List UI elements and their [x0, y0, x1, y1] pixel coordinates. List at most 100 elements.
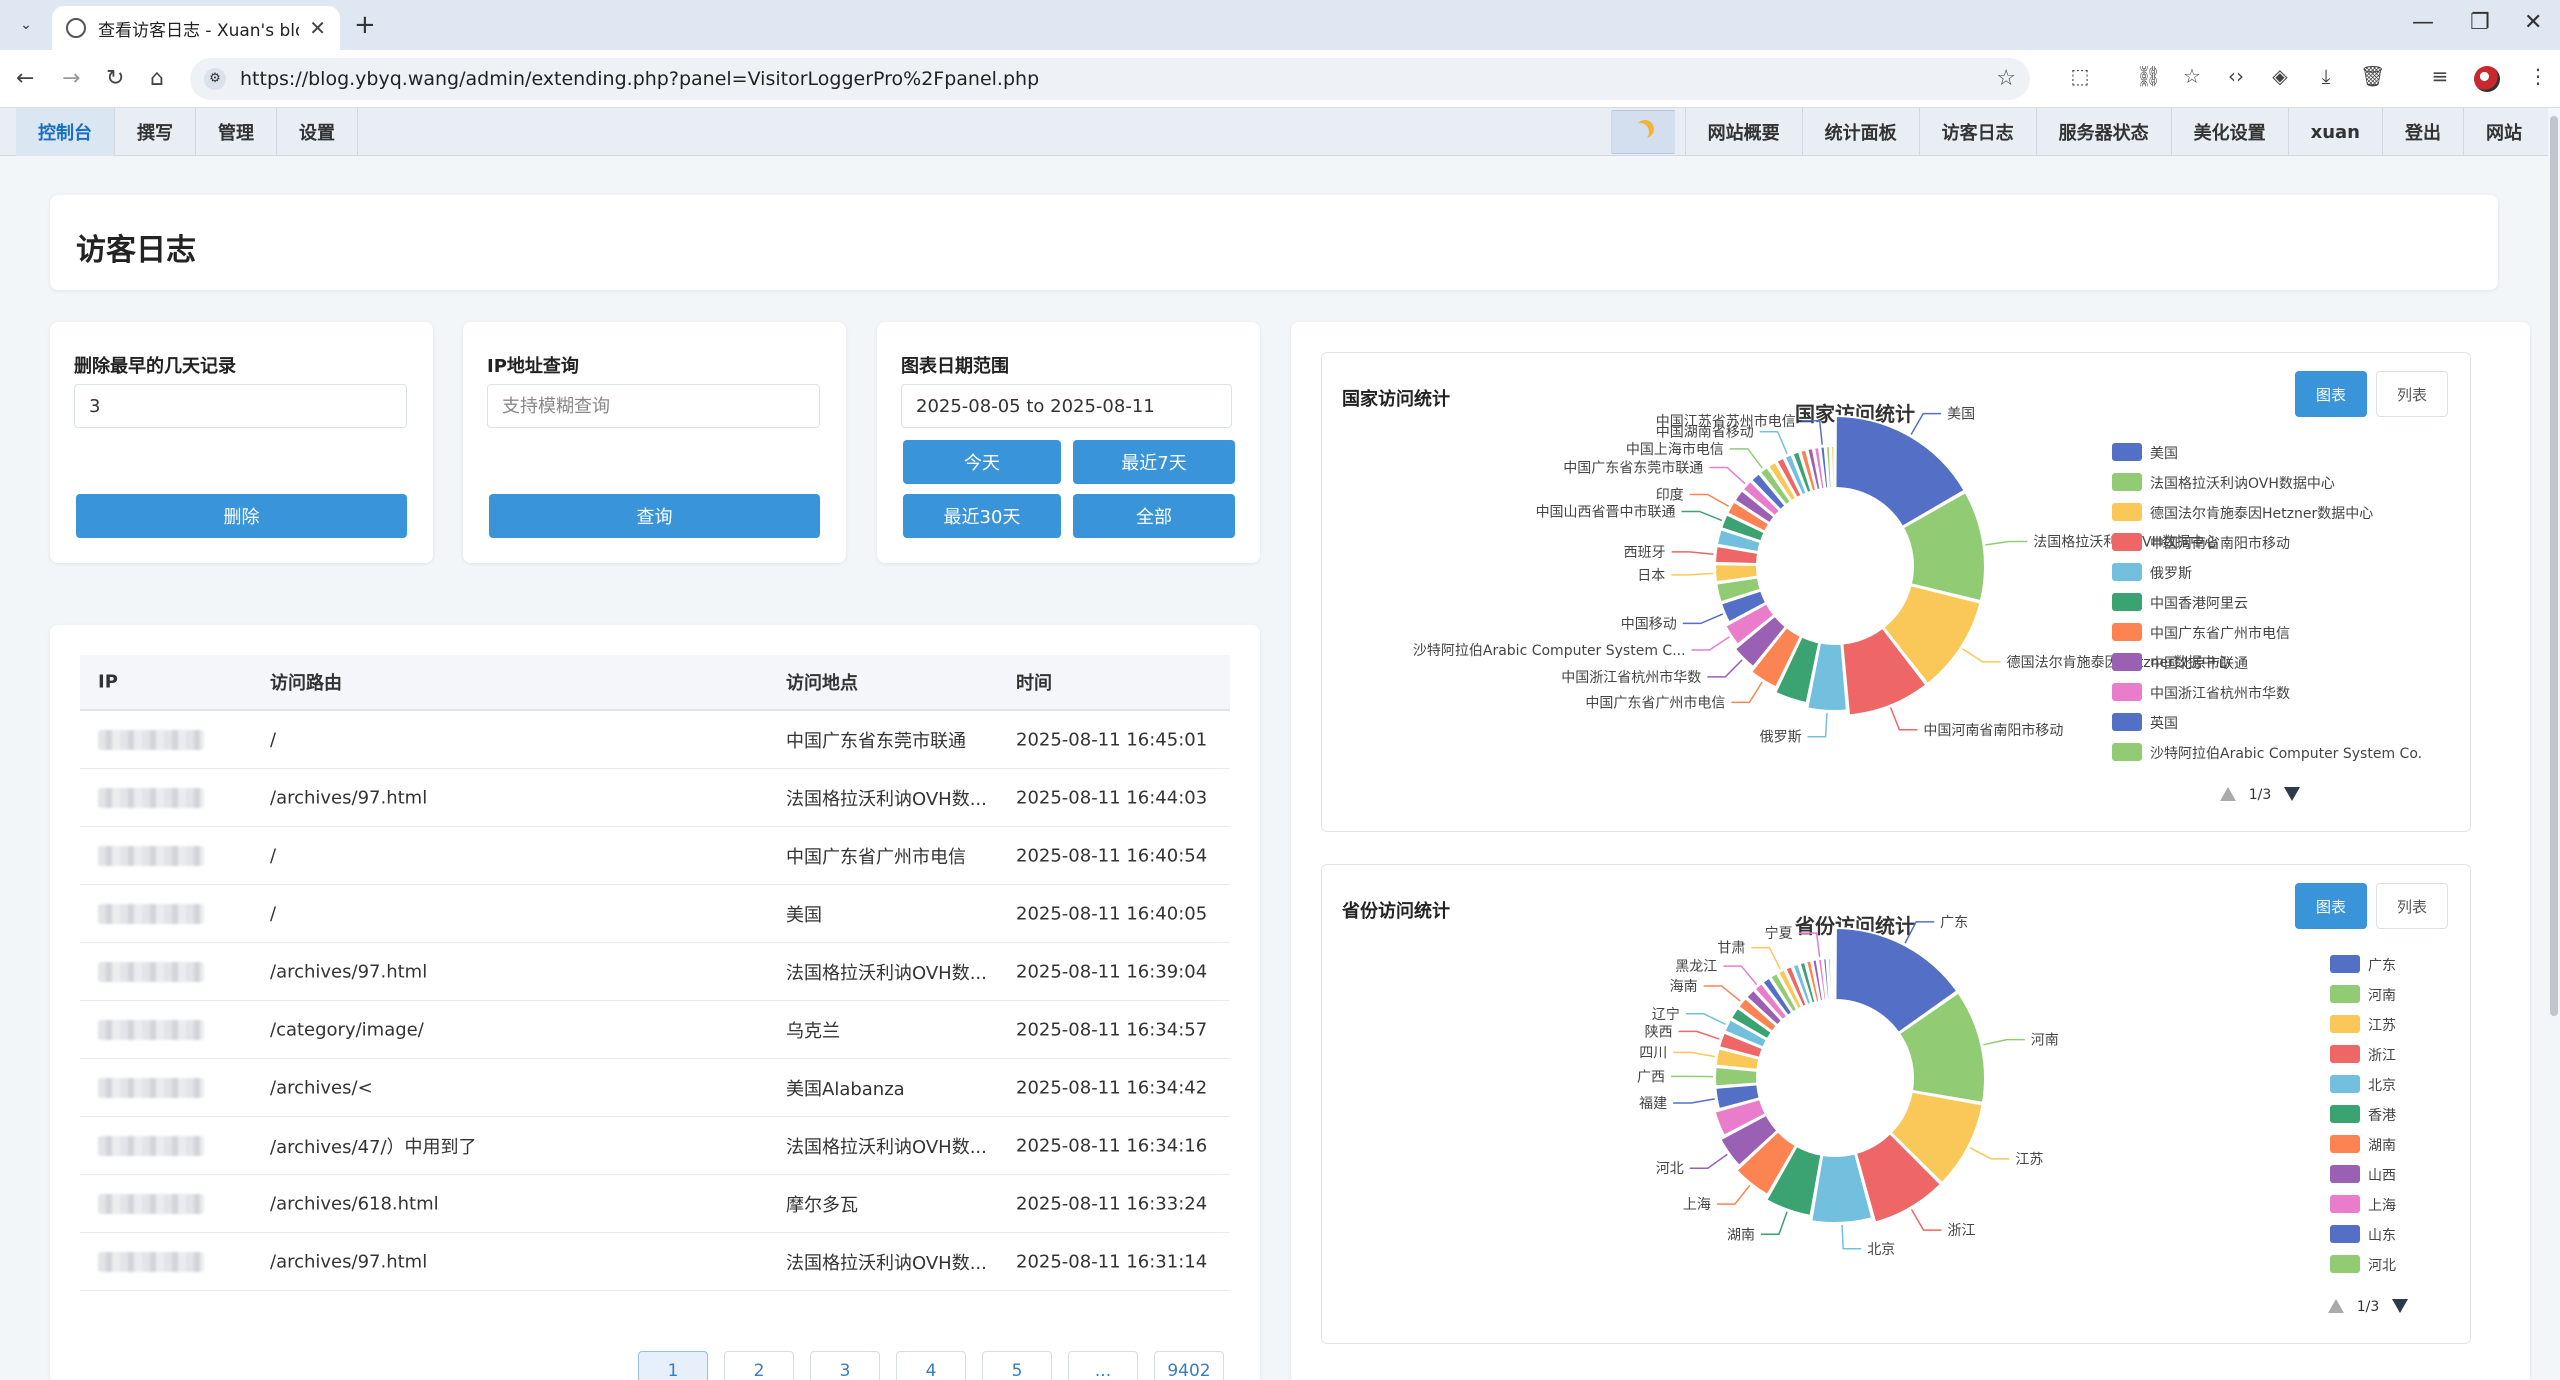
- reading-list-icon[interactable]: ≡: [2428, 64, 2452, 92]
- all-button[interactable]: 全部: [1073, 494, 1235, 538]
- reload-icon[interactable]: ↻: [106, 66, 124, 91]
- home-icon[interactable]: ⌂: [150, 66, 164, 91]
- close-window-icon[interactable]: ✕: [2524, 10, 2542, 35]
- pie-slice[interactable]: [1830, 445, 1836, 490]
- legend-swatch[interactable]: [2330, 1225, 2360, 1243]
- extensions-icon[interactable]: ⬚: [2068, 64, 2092, 92]
- legend-swatch[interactable]: [2112, 533, 2142, 551]
- legend-next-icon[interactable]: [2284, 787, 2300, 801]
- site-info-icon[interactable]: ⚙: [204, 68, 226, 90]
- legend-swatch[interactable]: [2112, 713, 2142, 731]
- legend-swatch[interactable]: [2112, 653, 2142, 671]
- legend-item[interactable]: 北京: [2368, 1078, 2396, 1094]
- address-bar[interactable]: ⚙ https://blog.ybyq.wang/admin/extending…: [190, 58, 2030, 100]
- legend-next-icon[interactable]: [2392, 1299, 2408, 1313]
- legend-item[interactable]: 法国格拉沃利讷OVH数据中心: [2150, 476, 2335, 492]
- legend-item[interactable]: 中国香港阿里云: [2150, 596, 2248, 612]
- page-button[interactable]: 5: [982, 1351, 1052, 1380]
- legend-swatch[interactable]: [2330, 1135, 2360, 1153]
- legend-item[interactable]: 俄罗斯: [2150, 566, 2192, 582]
- legend-swatch[interactable]: [2112, 743, 2142, 761]
- page-button[interactable]: 2: [724, 1351, 794, 1380]
- scrollbar-thumb[interactable]: [2550, 116, 2558, 1016]
- legend-swatch[interactable]: [2330, 1195, 2360, 1213]
- legend-swatch[interactable]: [2330, 955, 2360, 973]
- browser-tab[interactable]: 查看访客日志 - Xuan's blog - ✕: [52, 6, 340, 50]
- legend-prev-icon[interactable]: [2328, 1299, 2344, 1313]
- legend-prev-icon[interactable]: [2220, 787, 2236, 801]
- legend-swatch[interactable]: [2112, 443, 2142, 461]
- page-button[interactable]: 4: [896, 1351, 966, 1380]
- download-icon[interactable]: ⤓: [2314, 64, 2338, 92]
- nav-server-status[interactable]: 服务器状态: [2035, 108, 2171, 156]
- nav-settings[interactable]: 设置: [277, 108, 358, 156]
- nav-write[interactable]: 撰写: [115, 108, 196, 156]
- legend-item[interactable]: 河南: [2368, 988, 2396, 1004]
- bookmark-star-icon[interactable]: ☆: [1996, 66, 2016, 91]
- page-scrollbar[interactable]: [2548, 108, 2560, 1380]
- url-text[interactable]: https://blog.ybyq.wang/admin/extending.p…: [240, 68, 1039, 90]
- link-icon[interactable]: ⛓: [2136, 64, 2161, 92]
- delete-days-input[interactable]: [74, 384, 407, 428]
- forward-icon[interactable]: →: [62, 66, 80, 91]
- nav-website[interactable]: 网站: [2463, 108, 2544, 156]
- nav-logout[interactable]: 登出: [2382, 108, 2463, 156]
- legend-swatch[interactable]: [2112, 683, 2142, 701]
- legend-item[interactable]: 浙江: [2368, 1048, 2396, 1064]
- legend-swatch[interactable]: [2112, 563, 2142, 581]
- nav-theme-settings[interactable]: 美化设置: [2170, 108, 2288, 156]
- legend-swatch[interactable]: [2112, 503, 2142, 521]
- incognito-icon[interactable]: ◈: [2268, 64, 2292, 92]
- restore-icon[interactable]: ❐: [2470, 10, 2490, 35]
- legend-item[interactable]: 山西: [2368, 1168, 2396, 1184]
- legend-swatch[interactable]: [2112, 623, 2142, 641]
- legend-item[interactable]: 英国: [2150, 715, 2178, 732]
- legend-swatch[interactable]: [2330, 1075, 2360, 1093]
- minimize-icon[interactable]: —: [2412, 10, 2434, 35]
- close-tab-icon[interactable]: ✕: [309, 16, 326, 40]
- nav-manage[interactable]: 管理: [196, 108, 277, 156]
- legend-item[interactable]: 中国北京市联通: [2150, 655, 2248, 672]
- devtools-icon[interactable]: ‹›: [2224, 64, 2248, 92]
- ip-search-input[interactable]: [487, 384, 820, 428]
- page-button[interactable]: 9402: [1154, 1351, 1224, 1380]
- delete-button[interactable]: 删除: [76, 494, 407, 538]
- legend-item[interactable]: 香港: [2368, 1108, 2396, 1124]
- nav-visitor-log[interactable]: 访客日志: [1918, 108, 2036, 156]
- favorites-icon[interactable]: ☆: [2180, 64, 2204, 92]
- page-button[interactable]: 3: [810, 1351, 880, 1380]
- legend-item[interactable]: 中国河南省南阳市移动: [2150, 535, 2290, 552]
- dark-mode-toggle[interactable]: [1610, 110, 1675, 154]
- legend-item[interactable]: 山东: [2368, 1228, 2396, 1244]
- trash-icon[interactable]: 🗑: [2360, 64, 2385, 92]
- legend-swatch[interactable]: [2330, 1015, 2360, 1033]
- today-button[interactable]: 今天: [903, 440, 1061, 484]
- legend-swatch[interactable]: [2112, 593, 2142, 611]
- legend-swatch[interactable]: [2330, 1045, 2360, 1063]
- nav-overview[interactable]: 网站概要: [1684, 108, 1802, 156]
- legend-item[interactable]: 广东: [2368, 958, 2396, 974]
- legend-item[interactable]: 美国: [2150, 446, 2178, 462]
- query-button[interactable]: 查询: [489, 494, 820, 538]
- nav-stats-panel[interactable]: 统计面板: [1801, 108, 1919, 156]
- page-button[interactable]: 1: [638, 1351, 708, 1380]
- legend-swatch[interactable]: [2330, 1255, 2360, 1273]
- legend-item[interactable]: 河北: [2368, 1258, 2396, 1274]
- nav-user[interactable]: xuan: [2287, 108, 2382, 156]
- legend-item[interactable]: 德国法尔肯施泰因Hetzner数据中心: [2150, 506, 2373, 522]
- legend-swatch[interactable]: [2330, 985, 2360, 1003]
- legend-item[interactable]: 上海: [2368, 1198, 2396, 1214]
- tab-search-icon[interactable]: ⌄: [14, 13, 38, 37]
- legend-item[interactable]: 沙特阿拉伯Arabic Computer System Co.: [2150, 746, 2422, 762]
- legend-item[interactable]: 湖南: [2368, 1138, 2396, 1154]
- page-button[interactable]: ...: [1068, 1351, 1138, 1380]
- last-7-days-button[interactable]: 最近7天: [1073, 440, 1235, 484]
- back-icon[interactable]: ←: [16, 66, 34, 91]
- legend-item[interactable]: 中国浙江省杭州市华数: [2150, 685, 2290, 702]
- nav-dashboard[interactable]: 控制台: [16, 108, 115, 156]
- legend-swatch[interactable]: [2330, 1105, 2360, 1123]
- legend-item[interactable]: 江苏: [2368, 1018, 2396, 1034]
- new-tab-icon[interactable]: +: [354, 10, 376, 40]
- profile-avatar[interactable]: [2474, 66, 2500, 92]
- legend-swatch[interactable]: [2330, 1165, 2360, 1183]
